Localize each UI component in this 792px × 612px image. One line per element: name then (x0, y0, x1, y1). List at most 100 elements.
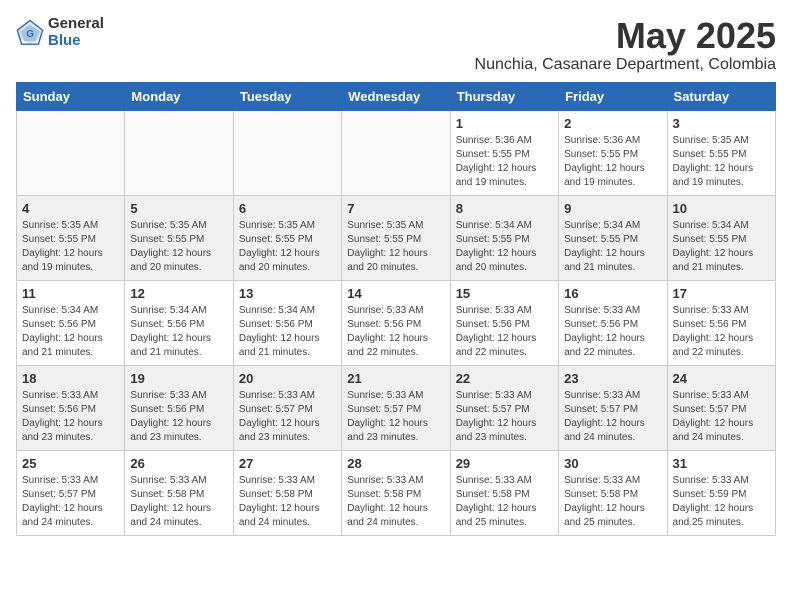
logo-text: General Blue (48, 16, 104, 49)
day-number: 6 (239, 201, 336, 216)
day-number: 20 (239, 371, 336, 386)
calendar-week-row: 25 Sunrise: 5:33 AM Sunset: 5:57 PM Dayli… (17, 450, 776, 535)
logo-icon: G (16, 19, 44, 47)
day-number: 16 (564, 286, 661, 301)
weekday-header: Saturday (667, 82, 775, 110)
svg-text:G: G (26, 29, 34, 40)
month-title: May 2025 (475, 16, 776, 56)
day-number: 30 (564, 456, 661, 471)
day-info: Sunrise: 5:33 AM Sunset: 5:57 PM Dayligh… (347, 389, 444, 445)
day-info: Sunrise: 5:33 AM Sunset: 5:58 PM Dayligh… (564, 474, 661, 530)
calendar-cell: 25 Sunrise: 5:33 AM Sunset: 5:57 PM Dayli… (17, 450, 125, 535)
day-info: Sunrise: 5:33 AM Sunset: 5:59 PM Dayligh… (673, 474, 770, 530)
day-number: 12 (130, 286, 227, 301)
day-number: 14 (347, 286, 444, 301)
calendar-cell: 15 Sunrise: 5:33 AM Sunset: 5:56 PM Dayli… (450, 280, 558, 365)
day-info: Sunrise: 5:33 AM Sunset: 5:56 PM Dayligh… (22, 389, 119, 445)
day-info: Sunrise: 5:33 AM Sunset: 5:57 PM Dayligh… (22, 474, 119, 530)
day-number: 27 (239, 456, 336, 471)
title-block: May 2025 Nunchia, Casanare Department, C… (475, 16, 776, 74)
day-number: 19 (130, 371, 227, 386)
day-number: 18 (22, 371, 119, 386)
day-info: Sunrise: 5:34 AM Sunset: 5:55 PM Dayligh… (673, 219, 770, 275)
day-number: 5 (130, 201, 227, 216)
calendar-cell: 14 Sunrise: 5:33 AM Sunset: 5:56 PM Dayli… (342, 280, 450, 365)
day-info: Sunrise: 5:33 AM Sunset: 5:56 PM Dayligh… (456, 304, 553, 360)
calendar-cell: 27Sunrise: 5:33 AM Sunset: 5:58 PM Dayli… (233, 450, 341, 535)
calendar-cell: 19 Sunrise: 5:33 AM Sunset: 5:56 PM Dayli… (125, 365, 233, 450)
day-info: Sunrise: 5:33 AM Sunset: 5:57 PM Dayligh… (564, 389, 661, 445)
calendar-cell: 18 Sunrise: 5:33 AM Sunset: 5:56 PM Dayli… (17, 365, 125, 450)
day-number: 4 (22, 201, 119, 216)
calendar-table: SundayMondayTuesdayWednesdayThursdayFrid… (16, 82, 776, 536)
calendar-cell: 1 Sunrise: 5:36 AM Sunset: 5:55 PM Daylig… (450, 110, 558, 195)
day-number: 10 (673, 201, 770, 216)
calendar-cell: 30 Sunrise: 5:33 AM Sunset: 5:58 PM Dayli… (559, 450, 667, 535)
calendar-cell: 8 Sunrise: 5:34 AM Sunset: 5:55 PM Daylig… (450, 195, 558, 280)
calendar-cell: 24Sunrise: 5:33 AM Sunset: 5:57 PM Dayli… (667, 365, 775, 450)
day-number: 3 (673, 116, 770, 131)
day-number: 8 (456, 201, 553, 216)
calendar-cell: 11Sunrise: 5:34 AM Sunset: 5:56 PM Dayli… (17, 280, 125, 365)
day-number: 7 (347, 201, 444, 216)
logo: G General Blue (16, 16, 104, 49)
calendar-cell: 2 Sunrise: 5:36 AM Sunset: 5:55 PM Daylig… (559, 110, 667, 195)
calendar-cell: 26 Sunrise: 5:33 AM Sunset: 5:58 PM Dayli… (125, 450, 233, 535)
day-info: Sunrise: 5:36 AM Sunset: 5:55 PM Dayligh… (564, 134, 661, 190)
calendar-cell: 31 Sunrise: 5:33 AM Sunset: 5:59 PM Dayli… (667, 450, 775, 535)
day-info: Sunrise: 5:33 AM Sunset: 5:58 PM Dayligh… (130, 474, 227, 530)
day-number: 24 (673, 371, 770, 386)
calendar-cell: 21Sunrise: 5:33 AM Sunset: 5:57 PM Dayli… (342, 365, 450, 450)
calendar-cell: 5 Sunrise: 5:35 AM Sunset: 5:55 PM Daylig… (125, 195, 233, 280)
day-info: Sunrise: 5:35 AM Sunset: 5:55 PM Dayligh… (673, 134, 770, 190)
weekday-header: Tuesday (233, 82, 341, 110)
day-number: 2 (564, 116, 661, 131)
calendar-cell: 29 Sunrise: 5:33 AM Sunset: 5:58 PM Dayli… (450, 450, 558, 535)
day-info: Sunrise: 5:35 AM Sunset: 5:55 PM Dayligh… (130, 219, 227, 275)
day-number: 11 (22, 286, 119, 301)
day-number: 17 (673, 286, 770, 301)
day-number: 9 (564, 201, 661, 216)
day-number: 15 (456, 286, 553, 301)
day-info: Sunrise: 5:33 AM Sunset: 5:57 PM Dayligh… (456, 389, 553, 445)
weekday-header: Thursday (450, 82, 558, 110)
calendar-cell: 9 Sunrise: 5:34 AM Sunset: 5:55 PM Daylig… (559, 195, 667, 280)
calendar-cell (17, 110, 125, 195)
calendar-cell: 4Sunrise: 5:35 AM Sunset: 5:55 PM Daylig… (17, 195, 125, 280)
calendar-cell: 6Sunrise: 5:35 AM Sunset: 5:55 PM Daylig… (233, 195, 341, 280)
day-number: 1 (456, 116, 553, 131)
day-info: Sunrise: 5:33 AM Sunset: 5:56 PM Dayligh… (673, 304, 770, 360)
calendar-cell: 10 Sunrise: 5:34 AM Sunset: 5:55 PM Dayli… (667, 195, 775, 280)
day-number: 26 (130, 456, 227, 471)
day-number: 28 (347, 456, 444, 471)
weekday-header: Friday (559, 82, 667, 110)
day-info: Sunrise: 5:33 AM Sunset: 5:57 PM Dayligh… (239, 389, 336, 445)
day-info: Sunrise: 5:36 AM Sunset: 5:55 PM Dayligh… (456, 134, 553, 190)
day-info: Sunrise: 5:33 AM Sunset: 5:56 PM Dayligh… (130, 389, 227, 445)
day-info: Sunrise: 5:33 AM Sunset: 5:56 PM Dayligh… (564, 304, 661, 360)
day-number: 31 (673, 456, 770, 471)
calendar-cell (233, 110, 341, 195)
calendar-week-row: 1 Sunrise: 5:36 AM Sunset: 5:55 PM Daylig… (17, 110, 776, 195)
day-number: 23 (564, 371, 661, 386)
calendar-header-row: SundayMondayTuesdayWednesdayThursdayFrid… (17, 82, 776, 110)
calendar-cell: 3 Sunrise: 5:35 AM Sunset: 5:55 PM Daylig… (667, 110, 775, 195)
calendar-cell: 28Sunrise: 5:33 AM Sunset: 5:58 PM Dayli… (342, 450, 450, 535)
day-info: Sunrise: 5:35 AM Sunset: 5:55 PM Dayligh… (347, 219, 444, 275)
calendar-cell: 20 Sunrise: 5:33 AM Sunset: 5:57 PM Dayli… (233, 365, 341, 450)
calendar-cell (342, 110, 450, 195)
day-info: Sunrise: 5:33 AM Sunset: 5:56 PM Dayligh… (347, 304, 444, 360)
calendar-cell (125, 110, 233, 195)
calendar-cell: 13Sunrise: 5:34 AM Sunset: 5:56 PM Dayli… (233, 280, 341, 365)
day-info: Sunrise: 5:34 AM Sunset: 5:56 PM Dayligh… (239, 304, 336, 360)
day-number: 25 (22, 456, 119, 471)
calendar-cell: 23 Sunrise: 5:33 AM Sunset: 5:57 PM Dayli… (559, 365, 667, 450)
day-number: 29 (456, 456, 553, 471)
weekday-header: Monday (125, 82, 233, 110)
day-info: Sunrise: 5:34 AM Sunset: 5:55 PM Dayligh… (564, 219, 661, 275)
day-info: Sunrise: 5:33 AM Sunset: 5:58 PM Dayligh… (456, 474, 553, 530)
day-info: Sunrise: 5:34 AM Sunset: 5:55 PM Dayligh… (456, 219, 553, 275)
logo-blue: Blue (48, 33, 104, 50)
calendar-cell: 17 Sunrise: 5:33 AM Sunset: 5:56 PM Dayli… (667, 280, 775, 365)
calendar-cell: 7 Sunrise: 5:35 AM Sunset: 5:55 PM Daylig… (342, 195, 450, 280)
